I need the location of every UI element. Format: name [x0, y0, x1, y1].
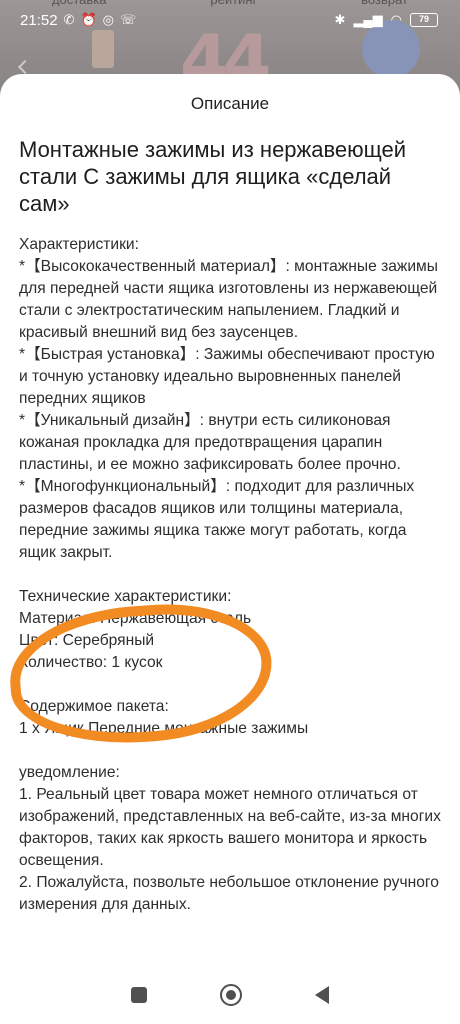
desc-line: Количество: 1 кусок [19, 654, 163, 671]
desc-gap [19, 674, 444, 696]
desc-line: Технические характеристики: [19, 588, 232, 605]
desc-gap [19, 564, 444, 586]
desc-line: *【Многофункциональный】: подходит для раз… [19, 478, 415, 561]
battery-icon: 79 [410, 13, 438, 27]
desc-line: *【Уникальный дизайн】: внутри есть силико… [19, 412, 401, 473]
desc-line: уведомление: [19, 764, 120, 781]
desc-line: Содержимое пакета: [19, 698, 169, 715]
background-back-icon [17, 59, 33, 75]
description-sheet[interactable]: Описание Монтажные зажимы из нержавеющей… [0, 74, 460, 1024]
instagram-icon: ◎ [102, 12, 114, 27]
desc-gap [19, 740, 444, 762]
wifi-icon: ◠ [390, 12, 402, 27]
alarm-icon: ⏰ [80, 12, 97, 27]
desc-line: 1 x Ящик Передние монтажные зажимы [19, 720, 309, 737]
desc-line: *【Высококачественный материал】: монтажны… [19, 258, 438, 341]
back-triangle-icon[interactable] [314, 986, 329, 1004]
desc-line: Характеристики: [19, 236, 139, 253]
home-circle-icon[interactable] [219, 984, 242, 1006]
background-product-image [92, 30, 114, 68]
missed-call-icon: ✆ [63, 12, 75, 27]
sheet-title: Описание [190, 94, 270, 113]
desc-line: 1. Реальный цвет товара может немного от… [19, 786, 441, 869]
status-bar: 21:52 ✆ ⏰ ◎ ☏ ✱ ▂▄▆ ◠ 79 [0, 8, 460, 32]
bluetooth-icon: ✱ [334, 12, 346, 27]
desc-line: *【Быстрая установка】: Зажимы обеспечиваю… [19, 346, 435, 407]
viber-icon: ☏ [119, 12, 137, 27]
navigation-bar [0, 966, 460, 1024]
status-time: 21:52 [20, 11, 58, 29]
desc-line: Материал: Нержавеющая сталь [19, 610, 252, 627]
description-text: Характеристики: *【Высококачественный мат… [19, 234, 444, 916]
signal-icon: ▂▄▆ [353, 12, 383, 27]
product-title: Монтажные зажимы из нержавеющей стали C … [19, 137, 407, 216]
desc-line: 2. Пожалуйста, позвольте небольшое откло… [19, 874, 439, 913]
desc-line: Цвет: Серебряный [19, 632, 155, 649]
recents-square-icon[interactable] [131, 987, 148, 1003]
